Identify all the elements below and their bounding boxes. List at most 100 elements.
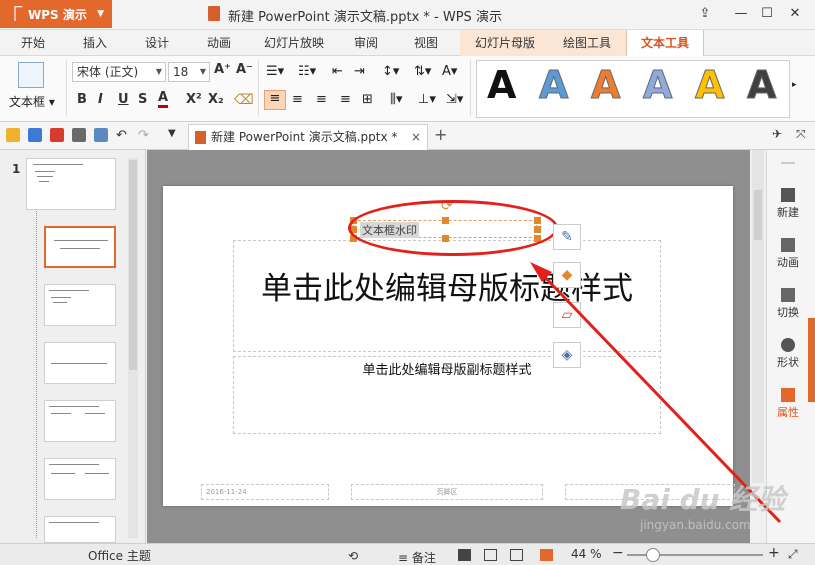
document-tab[interactable]: 新建 PowerPoint 演示文稿.pptx * ×: [188, 124, 428, 150]
bold-button[interactable]: B: [77, 92, 87, 107]
undo-icon[interactable]: ↶: [116, 128, 130, 143]
normal-view-icon[interactable]: [458, 549, 471, 561]
new-tab-button[interactable]: +: [434, 125, 447, 144]
customize-dropdown-icon[interactable]: ▼: [168, 128, 182, 142]
underline-button[interactable]: U: [118, 92, 129, 107]
sidebar-item-animation[interactable]: 动画: [767, 238, 809, 270]
sidebar-expand-handle[interactable]: [808, 318, 815, 402]
open-folder-icon[interactable]: [6, 128, 20, 142]
slide-sorter-icon[interactable]: [484, 549, 497, 561]
close-icon[interactable]: ×: [411, 125, 421, 149]
layout-thumbnail[interactable]: [44, 516, 116, 543]
strikethrough-button[interactable]: S: [138, 92, 147, 107]
tab-text-tools[interactable]: 文本工具: [626, 30, 704, 56]
font-name-select[interactable]: 宋体 (正文) ▼: [72, 62, 166, 82]
collapse-ribbon-icon[interactable]: ⤧: [796, 127, 806, 142]
app-menu-button[interactable]: ⎾ WPS 演示 ▼: [0, 0, 112, 28]
fit-window-icon[interactable]: ⤢: [788, 547, 798, 562]
justify-button[interactable]: ≡: [340, 92, 351, 107]
upload-icon[interactable]: ⇪: [694, 4, 716, 24]
canvas-scrollbar[interactable]: [752, 150, 764, 483]
tab-review[interactable]: 审阅: [344, 30, 388, 56]
wordart-style-6[interactable]: A: [746, 63, 776, 108]
title-placeholder[interactable]: 单击此处编辑母版标题样式: [233, 240, 661, 352]
layout-thumbnail[interactable]: [44, 458, 116, 500]
align-right-button[interactable]: ≡: [316, 92, 327, 107]
notes-button[interactable]: ≡ 备注: [398, 549, 436, 565]
sidebar-item-properties[interactable]: 属性: [767, 388, 809, 420]
text-size-icon[interactable]: A▾: [442, 64, 457, 79]
master-thumbnail[interactable]: [26, 158, 116, 210]
gallery-more-icon[interactable]: ▸: [792, 80, 797, 90]
scrollbar-thumb[interactable]: [129, 160, 137, 370]
slideshow-icon[interactable]: [540, 549, 553, 561]
footer-placeholder[interactable]: 页脚区: [351, 484, 543, 500]
text-wrap-icon[interactable]: ⇲▾: [446, 92, 463, 107]
increase-indent-icon[interactable]: ⇥: [354, 64, 365, 79]
numbering-icon[interactable]: ☷▾: [298, 64, 316, 79]
wordart-style-2[interactable]: A: [538, 63, 568, 108]
export-pdf-icon[interactable]: [50, 128, 64, 142]
layout-thumbnail[interactable]: [44, 342, 116, 384]
print-preview-icon[interactable]: [94, 128, 108, 142]
minimize-button[interactable]: —: [730, 4, 752, 24]
tab-insert[interactable]: 插入: [70, 30, 120, 56]
save-icon[interactable]: [28, 128, 42, 142]
edit-shape-icon[interactable]: ✎: [553, 224, 581, 250]
textbox-button[interactable]: 文本框 ▾: [9, 93, 55, 110]
textbox-icon[interactable]: [18, 62, 44, 88]
layout-thumbnail[interactable]: [44, 226, 116, 268]
slide[interactable]: 单击此处编辑母版标题样式 单击此处编辑母版副标题样式 2016-11-24 页脚…: [163, 186, 735, 506]
align-left-button[interactable]: ≡: [264, 90, 286, 110]
line-spacing-icon[interactable]: ↕▾: [382, 64, 399, 79]
text-direction-icon[interactable]: ⇅▾: [414, 64, 431, 79]
tab-home[interactable]: 开始: [8, 30, 58, 56]
scrollbar-thumb[interactable]: [754, 190, 762, 240]
layout-thumbnail[interactable]: [44, 284, 116, 326]
history-icon[interactable]: ⟲: [348, 549, 361, 563]
wordart-style-4[interactable]: A: [642, 63, 672, 108]
tab-slide-master[interactable]: 幻灯片母版: [464, 30, 546, 56]
bullets-icon[interactable]: ☰▾: [266, 64, 284, 79]
thumbnail-scrollbar[interactable]: [128, 158, 138, 538]
tab-drawing-tools[interactable]: 绘图工具: [554, 30, 620, 56]
outline-color-icon[interactable]: ▱: [553, 302, 581, 328]
subscript-button[interactable]: X₂: [208, 92, 224, 107]
wordart-style-3[interactable]: A: [590, 63, 620, 108]
tab-view[interactable]: 视图: [404, 30, 448, 56]
clear-format-icon[interactable]: ⌫: [234, 92, 254, 108]
reading-view-icon[interactable]: [510, 549, 523, 561]
sidebar-item-new[interactable]: 新建: [767, 188, 809, 220]
shrink-font-button[interactable]: A⁻: [236, 62, 253, 77]
tab-animation[interactable]: 动画: [194, 30, 244, 56]
decrease-indent-icon[interactable]: ⇤: [332, 64, 343, 79]
print-icon[interactable]: [72, 128, 86, 142]
wordart-style-5[interactable]: A: [694, 63, 724, 108]
maximize-button[interactable]: ☐: [756, 4, 778, 24]
font-color-button[interactable]: A: [158, 90, 169, 108]
zoom-out-button[interactable]: −: [612, 545, 624, 561]
align-center-button[interactable]: ≡: [292, 92, 303, 107]
layout-thumbnail[interactable]: [44, 400, 116, 442]
distribute-button[interactable]: ⊞: [362, 92, 373, 107]
pin-icon[interactable]: ✈: [772, 127, 782, 141]
tab-slideshow[interactable]: 幻灯片放映: [256, 30, 332, 56]
font-size-select[interactable]: 18 ▼: [168, 62, 210, 82]
superscript-button[interactable]: X²: [186, 92, 202, 107]
italic-button[interactable]: I: [98, 92, 103, 107]
fill-color-icon[interactable]: ◆: [553, 262, 581, 288]
grow-font-button[interactable]: A⁺: [214, 62, 231, 77]
wordart-style-1[interactable]: A: [487, 63, 516, 107]
layers-icon[interactable]: ◈: [553, 342, 581, 368]
zoom-slider-knob[interactable]: [646, 548, 660, 562]
subtitle-placeholder[interactable]: 单击此处编辑母版副标题样式: [233, 356, 661, 434]
redo-icon[interactable]: ↷: [138, 128, 152, 143]
sidebar-item-transition[interactable]: 切换: [767, 288, 809, 320]
columns-icon[interactable]: ⫼▾: [390, 92, 403, 107]
vertical-align-icon[interactable]: ⊥▾: [418, 92, 436, 107]
date-placeholder[interactable]: 2016-11-24: [201, 484, 329, 500]
close-button[interactable]: ✕: [784, 4, 806, 24]
zoom-level[interactable]: 44 %: [571, 547, 602, 561]
tab-design[interactable]: 设计: [132, 30, 182, 56]
sidebar-item-shapes[interactable]: 形状: [767, 338, 809, 370]
